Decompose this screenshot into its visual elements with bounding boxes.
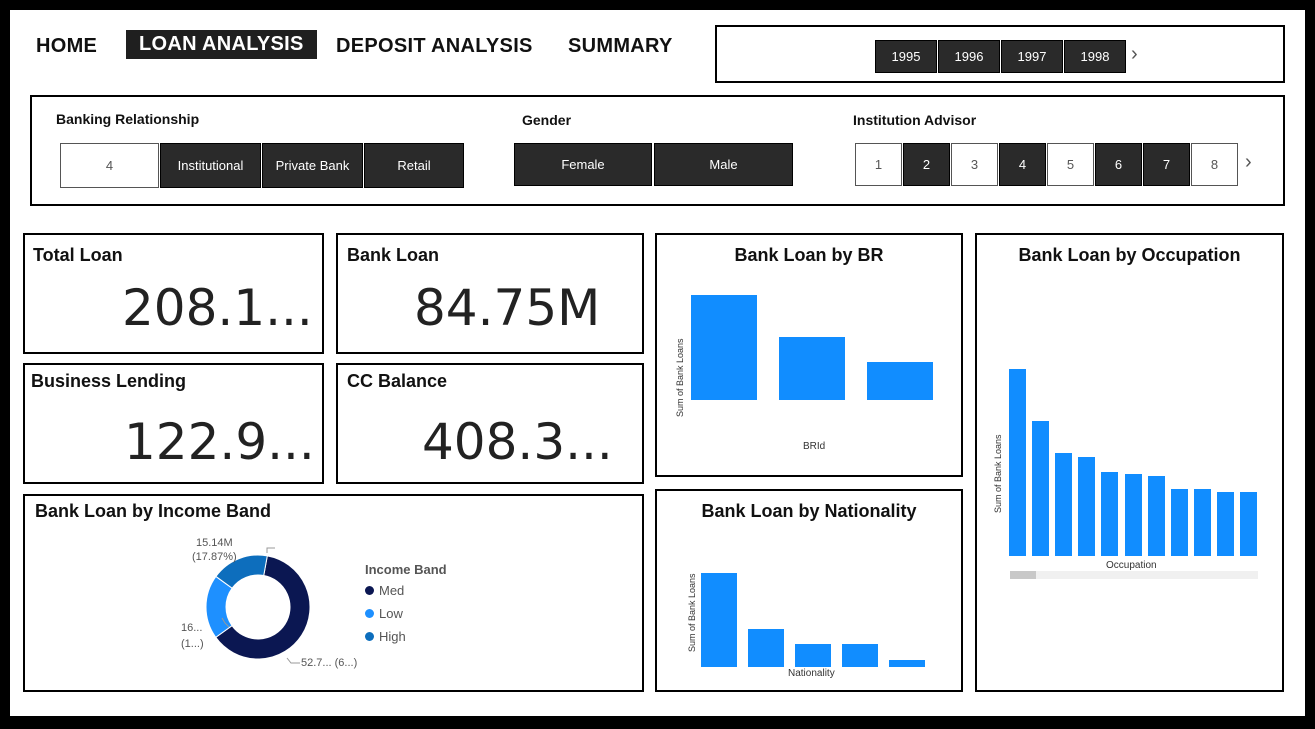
legend-dot-icon bbox=[365, 586, 374, 595]
bar[interactable] bbox=[867, 362, 933, 400]
chart-title: Bank Loan by Occupation bbox=[1018, 245, 1241, 265]
kpi-business-lending: Business Lending 122.9... bbox=[23, 363, 324, 484]
bar[interactable] bbox=[1101, 472, 1119, 556]
kpi-bank-loan: Bank Loan 84.75M bbox=[336, 233, 644, 354]
bar[interactable] bbox=[889, 660, 925, 667]
bar[interactable] bbox=[795, 644, 831, 667]
scrollbar-thumb[interactable] bbox=[1010, 571, 1036, 579]
kpi-value: 408.3... bbox=[422, 413, 613, 471]
bar[interactable] bbox=[1078, 457, 1096, 556]
legend-item[interactable]: Low bbox=[365, 606, 447, 621]
bar[interactable] bbox=[701, 573, 737, 667]
chevron-right-icon[interactable]: › bbox=[1245, 151, 1252, 174]
legend-dot-icon bbox=[365, 609, 374, 618]
bar[interactable] bbox=[748, 629, 784, 667]
bar[interactable] bbox=[1193, 489, 1211, 556]
leader-line bbox=[266, 547, 275, 553]
br-filter-label: Banking Relationship bbox=[56, 111, 200, 127]
kpi-title: Total Loan bbox=[33, 245, 123, 265]
legend-label: High bbox=[379, 629, 406, 644]
chart-title: Bank Loan by Nationality bbox=[701, 501, 917, 521]
br-option[interactable]: Retail bbox=[364, 143, 464, 188]
kpi-value: 208.1... bbox=[122, 279, 313, 337]
chart-title: Bank Loan by BR bbox=[734, 245, 884, 265]
chart-bank-loan-by-nationality: Bank Loan by Nationality Sum of Bank Loa… bbox=[655, 489, 963, 692]
legend: Income Band Med Low High bbox=[365, 562, 447, 644]
advisor-option[interactable]: 3 bbox=[951, 143, 998, 186]
advisor-option[interactable]: 2 bbox=[903, 143, 950, 186]
year-option[interactable]: 1998 bbox=[1064, 40, 1126, 73]
label-value: 16... bbox=[181, 622, 203, 634]
advisor-option[interactable]: 1 bbox=[855, 143, 902, 186]
year-option[interactable]: 1995 bbox=[875, 40, 937, 73]
bar[interactable] bbox=[1216, 492, 1234, 556]
gender-option[interactable]: Female bbox=[514, 143, 652, 186]
nav-deposit-analysis[interactable]: DEPOSIT ANALYSIS bbox=[336, 35, 533, 58]
label-percent: (1...) bbox=[181, 638, 204, 650]
gender-option[interactable]: Male bbox=[654, 143, 793, 186]
legend-label: Med bbox=[379, 583, 405, 598]
report-canvas: HOME LOAN ANALYSIS DEPOSIT ANALYSIS SUMM… bbox=[10, 10, 1305, 716]
bar[interactable] bbox=[1032, 421, 1050, 556]
bar[interactable] bbox=[691, 295, 757, 400]
chart-bank-loan-by-br: Bank Loan by BR Sum of Bank Loans BRId bbox=[655, 233, 963, 477]
label-percent: (17.87%) bbox=[192, 551, 237, 563]
advisor-option[interactable]: 5 bbox=[1047, 143, 1094, 186]
year-slicer: 1995 1996 1997 1998 › bbox=[715, 25, 1285, 83]
gender-filter-label: Gender bbox=[522, 112, 572, 128]
legend-title: Income Band bbox=[365, 562, 447, 577]
kpi-value: 122.9... bbox=[124, 413, 315, 471]
chart-bank-loan-by-income-band: Bank Loan by Income Band 15.14M (17.87%)… bbox=[23, 494, 644, 692]
kpi-value: 84.75M bbox=[414, 279, 601, 337]
scrollbar-track[interactable] bbox=[1010, 571, 1258, 579]
kpi-cc-balance: CC Balance 408.3... bbox=[336, 363, 644, 484]
bar[interactable] bbox=[1009, 369, 1026, 556]
bar[interactable] bbox=[1147, 476, 1165, 556]
chevron-right-icon[interactable]: › bbox=[1131, 43, 1138, 66]
y-axis-label: Sum of Bank Loans bbox=[675, 338, 685, 417]
kpi-title: CC Balance bbox=[347, 371, 448, 391]
legend-dot-icon bbox=[365, 632, 374, 641]
plot-area bbox=[691, 295, 941, 441]
bar[interactable] bbox=[1124, 474, 1142, 556]
plot-area bbox=[1009, 369, 1259, 560]
leader-line bbox=[286, 657, 300, 664]
br-option[interactable]: Institutional bbox=[160, 143, 261, 188]
y-axis-label: Sum of Bank Loans bbox=[993, 434, 1003, 513]
donut-data-label: 15.14M (17.87%) bbox=[192, 536, 237, 564]
legend-item[interactable]: Med bbox=[365, 583, 447, 598]
label-value: 15.14M bbox=[195, 537, 233, 549]
advisor-option[interactable]: 6 bbox=[1095, 143, 1142, 186]
year-option[interactable]: 1996 bbox=[938, 40, 1000, 73]
bar[interactable] bbox=[779, 337, 845, 400]
advisor-option[interactable]: 8 bbox=[1191, 143, 1238, 186]
bar[interactable] bbox=[1170, 489, 1188, 556]
bar[interactable] bbox=[1055, 453, 1073, 556]
nav-summary[interactable]: SUMMARY bbox=[568, 35, 673, 58]
nav-home[interactable]: HOME bbox=[36, 35, 97, 58]
chart-bank-loan-by-occupation: Bank Loan by Occupation Sum of Bank Loan… bbox=[975, 233, 1284, 692]
bar[interactable] bbox=[1240, 492, 1257, 556]
legend-label: Low bbox=[379, 606, 403, 621]
advisor-option[interactable]: 4 bbox=[999, 143, 1046, 186]
plot-area bbox=[701, 573, 931, 671]
kpi-title: Business Lending bbox=[31, 371, 187, 391]
x-axis-label: Occupation bbox=[1106, 560, 1157, 571]
advisor-filter-label: Institution Advisor bbox=[853, 112, 977, 128]
advisor-option[interactable]: 7 bbox=[1143, 143, 1190, 186]
filter-panel: Banking Relationship 4 Institutional Pri… bbox=[30, 95, 1285, 206]
bar[interactable] bbox=[842, 644, 878, 667]
x-axis-label: BRId bbox=[803, 441, 826, 452]
legend-item[interactable]: High bbox=[365, 629, 447, 644]
y-axis-label: Sum of Bank Loans bbox=[687, 573, 697, 652]
donut-data-label: 16... (1...) bbox=[181, 620, 204, 652]
donut-data-label: 52.7... (6...) bbox=[301, 657, 358, 669]
br-option[interactable]: 4 bbox=[60, 143, 159, 188]
x-axis-label: Nationality bbox=[788, 668, 835, 679]
kpi-title: Bank Loan bbox=[347, 245, 440, 265]
br-option[interactable]: Private Bank bbox=[262, 143, 363, 188]
year-option[interactable]: 1997 bbox=[1001, 40, 1063, 73]
nav-loan-analysis[interactable]: LOAN ANALYSIS bbox=[126, 30, 317, 59]
kpi-total-loan: Total Loan 208.1... bbox=[23, 233, 324, 354]
